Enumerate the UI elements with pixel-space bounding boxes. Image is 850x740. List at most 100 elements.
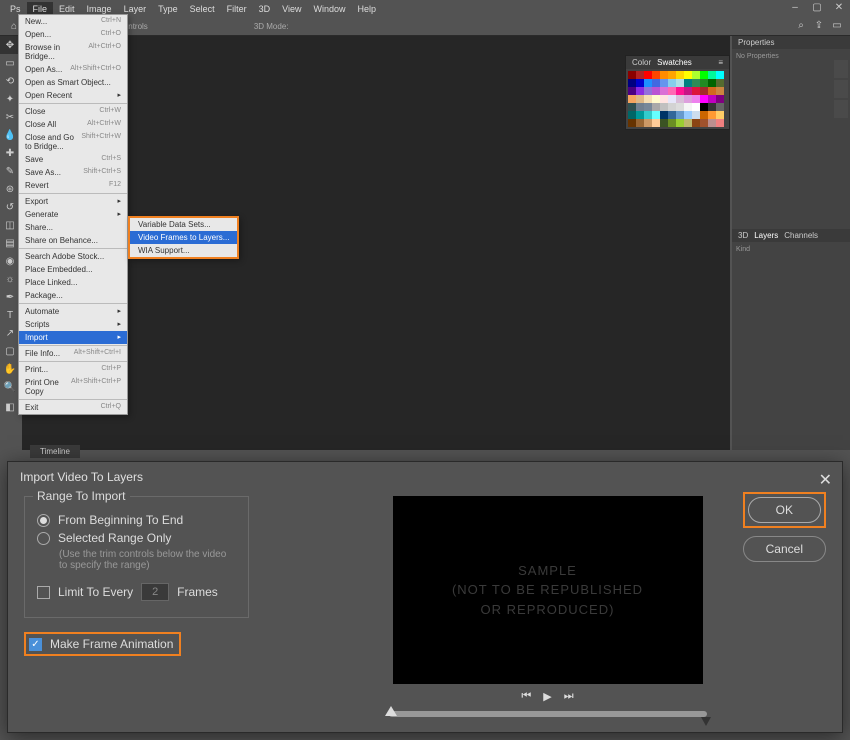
tab-channels[interactable]: Channels [784,231,818,240]
wand-tool-icon[interactable]: ✦ [0,90,20,108]
brushes-panel-icon[interactable] [834,100,848,118]
panel-menu-icon[interactable]: ≡ [718,58,723,67]
swatch[interactable] [676,119,684,127]
menu-item[interactable]: New...Ctrl+N [19,15,127,28]
tab-layers[interactable]: Layers [754,231,778,240]
swatch[interactable] [652,95,660,103]
pen-tool-icon[interactable]: ✒ [0,288,20,306]
crop-tool-icon[interactable]: ✂ [0,108,20,126]
swatch[interactable] [708,71,716,79]
swatch[interactable] [708,79,716,87]
menu-select[interactable]: Select [184,2,221,16]
swatch[interactable] [692,95,700,103]
swatch[interactable] [684,87,692,95]
limit-checkbox[interactable] [37,586,50,599]
path-tool-icon[interactable]: ↗ [0,324,20,342]
menu-item[interactable]: Print One CopyAlt+Shift+Ctrl+P [19,376,127,398]
menu-item[interactable]: Place Embedded... [19,263,127,276]
prev-frame-icon[interactable]: ⏮ [521,690,531,703]
swatch[interactable] [716,103,724,111]
swatch[interactable] [668,87,676,95]
swatch[interactable] [716,95,724,103]
submenu-item[interactable]: WIA Support... [130,244,237,257]
swatch[interactable] [668,103,676,111]
scrub-bar[interactable] [389,711,707,717]
heal-tool-icon[interactable]: ✚ [0,144,20,162]
swatch[interactable] [716,119,724,127]
trim-start-handle[interactable] [385,706,397,716]
eraser-tool-icon[interactable]: ◫ [0,216,20,234]
cancel-button[interactable]: Cancel [743,536,826,562]
menu-item[interactable]: SaveCtrl+S [19,153,127,166]
menu-item[interactable]: Open as Smart Object... [19,76,127,89]
menu-item[interactable]: Close and Go to Bridge...Shift+Ctrl+W [19,131,127,153]
swatch[interactable] [660,87,668,95]
menu-item[interactable]: Package... [19,289,127,302]
swatch[interactable] [708,95,716,103]
swatch[interactable] [692,103,700,111]
menu-item[interactable]: Open...Ctrl+O [19,28,127,41]
menu-item[interactable]: Import [19,331,127,344]
menu-item[interactable]: RevertF12 [19,179,127,192]
next-frame-icon[interactable]: ⏭ [564,690,574,703]
tab-3d[interactable]: 3D [738,231,748,240]
make-frame-animation-row[interactable]: Make Frame Animation [24,632,181,656]
menu-item[interactable]: Save As...Shift+Ctrl+S [19,166,127,179]
swatch[interactable] [660,111,668,119]
tab-color[interactable]: Color [632,58,651,67]
swatches-grid[interactable] [626,69,729,129]
frames-input[interactable] [141,583,169,601]
swatch[interactable] [652,79,660,87]
menu-item[interactable]: Close AllAlt+Ctrl+W [19,118,127,131]
swatch[interactable] [684,79,692,87]
lasso-tool-icon[interactable]: ⟲ [0,72,20,90]
swatch[interactable] [684,111,692,119]
minimize-icon[interactable]: – [788,2,802,13]
move-tool-icon[interactable]: ✥ [0,36,20,54]
swatch[interactable] [636,103,644,111]
swatch[interactable] [684,119,692,127]
actions-panel-icon[interactable] [834,80,848,98]
swatch[interactable] [636,119,644,127]
menu-item[interactable]: Browse in Bridge...Alt+Ctrl+O [19,41,127,63]
trim-end-handle[interactable] [701,717,711,726]
menu-item[interactable]: CloseCtrl+W [19,105,127,118]
menu-item[interactable]: Place Linked... [19,276,127,289]
menu-window[interactable]: Window [307,2,351,16]
ok-button[interactable]: OK [748,497,821,523]
swatch[interactable] [636,95,644,103]
swatch[interactable] [692,71,700,79]
swatch[interactable] [636,111,644,119]
swatch[interactable] [716,111,724,119]
menu-item[interactable]: Open Recent [19,89,127,102]
swatch[interactable] [652,87,660,95]
swatch[interactable] [660,79,668,87]
swatch[interactable] [644,71,652,79]
swatch[interactable] [652,119,660,127]
zoom-tool-icon[interactable]: 🔍 [0,378,20,396]
fg-bg-colors[interactable]: ◧ [0,396,20,418]
swatch[interactable] [708,119,716,127]
swatch[interactable] [684,71,692,79]
radio-icon[interactable] [37,532,50,545]
swatch[interactable] [660,95,668,103]
swatch[interactable] [644,111,652,119]
maximize-icon[interactable]: ▢ [810,2,824,13]
marquee-tool-icon[interactable]: ▭ [0,54,20,72]
swatch[interactable] [684,103,692,111]
tab-properties[interactable]: Properties [738,38,774,47]
swatch[interactable] [628,95,636,103]
menu-item[interactable]: Export [19,195,127,208]
menu-item[interactable]: Automate [19,305,127,318]
limit-row[interactable]: Limit To Every Frames [37,583,236,601]
menu-item[interactable]: Print...Ctrl+P [19,363,127,376]
swatch[interactable] [628,111,636,119]
swatch[interactable] [668,79,676,87]
shape-tool-icon[interactable]: ▢ [0,342,20,360]
swatch[interactable] [628,71,636,79]
swatch[interactable] [716,79,724,87]
swatch[interactable] [660,71,668,79]
make-anim-checkbox[interactable] [29,638,42,651]
menu-filter[interactable]: Filter [221,2,253,16]
history-panel-icon[interactable] [834,60,848,78]
